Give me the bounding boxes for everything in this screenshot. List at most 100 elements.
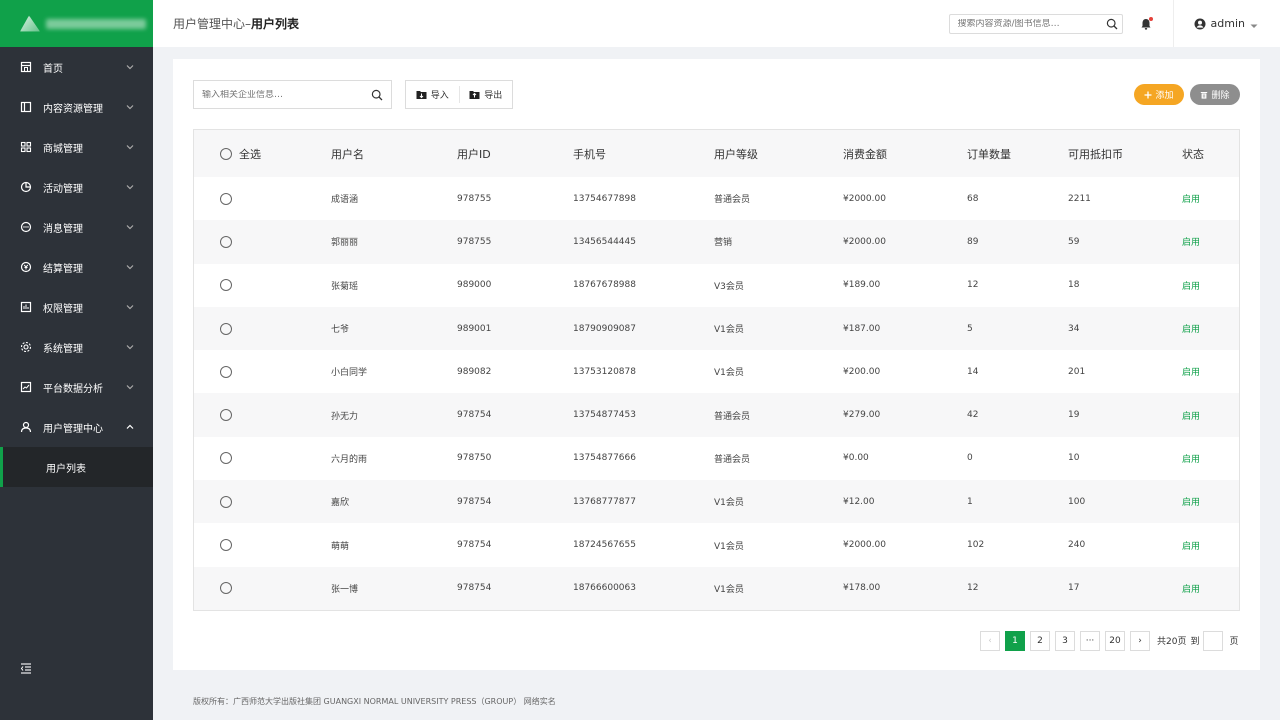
row-radio[interactable]	[220, 192, 232, 205]
row-radio[interactable]	[220, 279, 232, 292]
cell-status[interactable]: 启用	[1182, 495, 1241, 508]
sidebar-item-label: 商城管理	[43, 143, 83, 155]
import-button[interactable]: 导入	[406, 86, 459, 103]
cell-status[interactable]: 启用	[1182, 365, 1241, 378]
row-select[interactable]	[194, 582, 331, 595]
menu-collapse-icon[interactable]	[20, 662, 32, 674]
row-select[interactable]	[194, 235, 331, 248]
select-all-radio[interactable]	[220, 147, 232, 160]
table-row[interactable]: 郭丽丽 978755 13456544445 营销 ¥2000.00 89 59 启用	[194, 220, 1241, 264]
table-row[interactable]: 张菊瑶 989000 18767678988 V3会员 ¥189.00 12 18 启用	[194, 263, 1241, 307]
chevron-down-icon	[125, 102, 135, 112]
sidebar-item-home[interactable]: 首页	[0, 47, 153, 87]
row-radio[interactable]	[220, 365, 232, 378]
add-button[interactable]: 添加	[1134, 84, 1184, 105]
cell-orders: 1	[967, 496, 973, 507]
row-radio[interactable]	[220, 409, 232, 422]
delete-button[interactable]: 删除	[1190, 84, 1240, 105]
page-jump-input[interactable]	[1203, 630, 1224, 651]
cell-amount: ¥178.00	[843, 583, 881, 594]
row-select[interactable]	[194, 192, 331, 205]
cell-status[interactable]: 启用	[1182, 539, 1241, 552]
table-row[interactable]: 萌萌 978754 18724567655 V1会员 ¥2000.00 102 240 启用	[194, 523, 1241, 567]
row-select[interactable]	[194, 365, 331, 378]
cell-level: 普通会员	[714, 454, 751, 465]
select-all[interactable]: 全选	[194, 146, 331, 162]
page-button[interactable]: 1	[1005, 630, 1025, 651]
global-search-input[interactable]	[957, 18, 1106, 29]
cell-orders: 14	[967, 366, 979, 377]
column-header: 状态	[1182, 147, 1204, 161]
table-row[interactable]: 张一博 978754 18766600063 V1会员 ¥178.00 12 17 启用	[194, 566, 1241, 610]
page-button[interactable]: 2	[1030, 630, 1050, 651]
next-page-button[interactable]: ›	[1130, 630, 1150, 651]
cell-status[interactable]: 启用	[1182, 192, 1241, 205]
row-select[interactable]	[194, 322, 331, 335]
page-button[interactable]: 20	[1105, 630, 1125, 651]
page-button[interactable]: 3	[1055, 630, 1075, 651]
search-icon[interactable]	[1106, 18, 1118, 30]
row-radio[interactable]	[220, 322, 232, 335]
cell-level: V1会员	[714, 541, 744, 552]
cell-status[interactable]: 启用	[1182, 409, 1241, 422]
cell-credits: 2211	[1068, 193, 1091, 204]
table-row[interactable]: 小白同学 989082 13753120878 V1会员 ¥200.00 14 201 启用	[194, 350, 1241, 394]
row-radio[interactable]	[220, 495, 232, 508]
row-radio[interactable]	[220, 582, 232, 595]
row-select[interactable]	[194, 279, 331, 292]
cell-amount: ¥2000.00	[843, 236, 886, 247]
sidebar-item-content[interactable]: 内容资源管理	[0, 87, 153, 127]
column-header: 用户等级	[714, 147, 758, 161]
select-all-label: 全选	[239, 147, 261, 161]
table-row[interactable]: 孙无力 978754 13754877453 普通会员 ¥279.00 42 19 启用	[194, 393, 1241, 437]
sidebar-item-label: 结算管理	[43, 263, 83, 275]
sidebar-item-settlement[interactable]: 结算管理	[0, 247, 153, 287]
sidebar-item-message[interactable]: 消息管理	[0, 207, 153, 247]
sidebar-item-user-center[interactable]: 用户管理中心	[0, 407, 153, 447]
cell-username: 小白同学	[331, 368, 368, 379]
cell-status[interactable]: 启用	[1182, 322, 1241, 335]
cell-credits: 10	[1068, 453, 1080, 464]
sidebar-item-mall[interactable]: 商城管理	[0, 127, 153, 167]
row-select[interactable]	[194, 539, 331, 552]
user-menu[interactable]: admin	[1174, 17, 1280, 30]
footer-copyright: 版权所有：广西师范大学出版社集团 GUANGXI NORMAL UNIVERSI…	[193, 697, 556, 706]
table-row[interactable]: 六月的雨 978750 13754877666 普通会员 ¥0.00 0 10 启用	[194, 436, 1241, 481]
sidebar-item-activity[interactable]: 活动管理	[0, 167, 153, 207]
row-select[interactable]	[194, 452, 331, 465]
table-row[interactable]: 嘉欣 978754 13768777877 V1会员 ¥12.00 1 100 启用	[194, 480, 1241, 524]
prev-page-button[interactable]: ‹	[980, 630, 1000, 651]
sidebar-item-permission[interactable]: 权限管理	[0, 287, 153, 327]
row-select[interactable]	[194, 409, 331, 422]
cell-phone: 13456544445	[573, 236, 636, 247]
row-select[interactable]	[194, 495, 331, 508]
cell-amount: ¥12.00	[843, 496, 875, 507]
notification-bell-icon[interactable]	[1139, 16, 1153, 31]
search-icon[interactable]	[371, 89, 383, 101]
sidebar-item-label: 首页	[43, 63, 63, 75]
cell-status[interactable]: 启用	[1182, 582, 1241, 595]
table-body: 成语涵 978755 13754677898 普通会员 ¥2000.00 68 2211 启用…	[194, 177, 1239, 610]
logo-mark-icon	[20, 15, 40, 32]
row-radio[interactable]	[220, 539, 232, 552]
sidebar-item-analytics[interactable]: 平台数据分析	[0, 367, 153, 407]
cell-username: 成语涵	[331, 195, 359, 206]
sidebar-subitem-user-list[interactable]: 用户列表	[0, 447, 153, 487]
row-radio[interactable]	[220, 235, 232, 248]
logo[interactable]	[0, 0, 153, 47]
sidebar-item-system[interactable]: 系统管理	[0, 327, 153, 367]
cell-status[interactable]: 启用	[1182, 235, 1241, 248]
export-button[interactable]: 导出	[458, 86, 513, 103]
table-row[interactable]: 七爷 989001 18790909087 V1会员 ¥187.00 5 34 启用	[194, 306, 1241, 351]
table-row[interactable]: 成语涵 978755 13754677898 普通会员 ¥2000.00 68 2211 启用	[194, 177, 1241, 221]
cell-status[interactable]: 启用	[1182, 279, 1241, 292]
breadcrumb-parent[interactable]: 用户管理中心–	[173, 17, 251, 31]
cell-status[interactable]: 启用	[1182, 452, 1241, 465]
avatar-icon	[1194, 18, 1206, 30]
row-radio[interactable]	[220, 452, 232, 465]
enterprise-search-input[interactable]	[202, 89, 371, 100]
cell-level: 普通会员	[714, 195, 751, 206]
cell-username: 张一博	[331, 584, 359, 595]
cell-user-id: 989001	[457, 323, 492, 334]
page-ellipsis[interactable]: ···	[1080, 630, 1100, 651]
